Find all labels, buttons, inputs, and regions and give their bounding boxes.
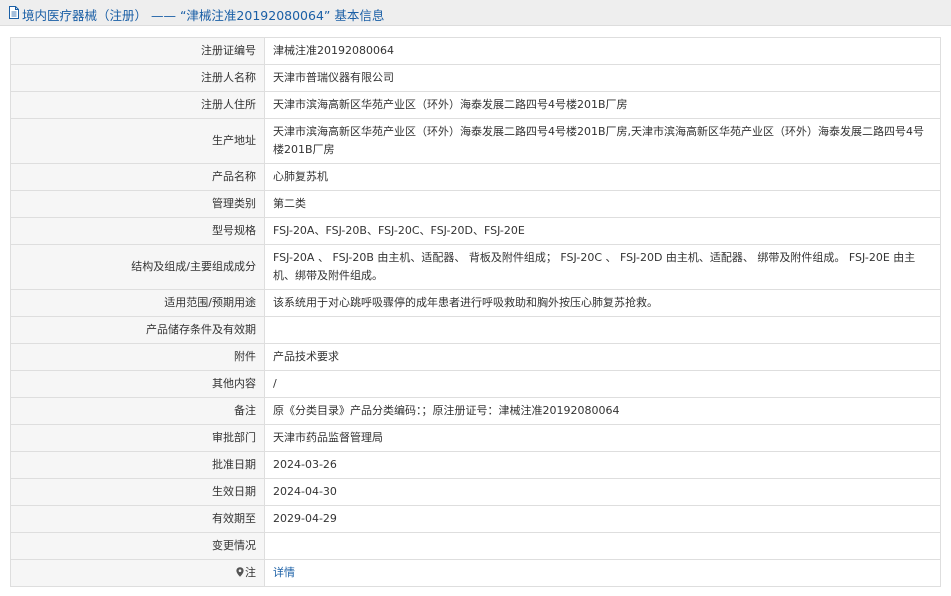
- table-row: 生效日期 2024-04-30: [10, 478, 941, 506]
- row-label: 生产地址: [10, 118, 265, 164]
- row-label: 管理类别: [10, 190, 265, 218]
- table-row-note: 注 详情: [10, 559, 941, 587]
- row-value: 2029-04-29: [264, 505, 941, 533]
- note-label: 注: [245, 566, 256, 579]
- table-row: 型号规格 FSJ-20A、FSJ-20B、FSJ-20C、FSJ-20D、FSJ…: [10, 217, 941, 245]
- row-value: 心肺复苏机: [264, 163, 941, 191]
- table-row: 其他内容 /: [10, 370, 941, 398]
- row-label: 型号规格: [10, 217, 265, 245]
- table-row: 生产地址 天津市滨海高新区华苑产业区（环外）海泰发展二路四号4号楼201B厂房,…: [10, 118, 941, 164]
- row-value: 2024-03-26: [264, 451, 941, 479]
- row-value: 天津市滨海高新区华苑产业区（环外）海泰发展二路四号4号楼201B厂房: [264, 91, 941, 119]
- row-label: 其他内容: [10, 370, 265, 398]
- row-value: /: [264, 370, 941, 398]
- table-row: 管理类别 第二类: [10, 190, 941, 218]
- row-value: 天津市滨海高新区华苑产业区（环外）海泰发展二路四号4号楼201B厂房,天津市滨海…: [264, 118, 941, 164]
- row-label: 变更情况: [10, 532, 265, 560]
- row-label: 审批部门: [10, 424, 265, 452]
- row-label: 适用范围/预期用途: [10, 289, 265, 317]
- row-value: [264, 532, 941, 560]
- row-value: 天津市药品监督管理局: [264, 424, 941, 452]
- note-value-cell: 详情: [264, 559, 941, 587]
- map-pin-icon: [236, 567, 244, 577]
- row-label: 批准日期: [10, 451, 265, 479]
- table-row: 结构及组成/主要组成成分 FSJ-20A 、 FSJ-20B 由主机、适配器、 …: [10, 244, 941, 290]
- row-label: 有效期至: [10, 505, 265, 533]
- row-label: 生效日期: [10, 478, 265, 506]
- row-label: 产品名称: [10, 163, 265, 191]
- row-value: 2024-04-30: [264, 478, 941, 506]
- table-row: 附件 产品技术要求: [10, 343, 941, 371]
- details-link[interactable]: 详情: [273, 566, 295, 579]
- row-label: 附件: [10, 343, 265, 371]
- row-value: FSJ-20A、FSJ-20B、FSJ-20C、FSJ-20D、FSJ-20E: [264, 217, 941, 245]
- row-value: FSJ-20A 、 FSJ-20B 由主机、适配器、 背板及附件组成； FSJ-…: [264, 244, 941, 290]
- table-row: 批准日期 2024-03-26: [10, 451, 941, 479]
- table-row: 有效期至 2029-04-29: [10, 505, 941, 533]
- row-label: 注册人住所: [10, 91, 265, 119]
- row-label: 注册人名称: [10, 64, 265, 92]
- table-row: 产品名称 心肺复苏机: [10, 163, 941, 191]
- table-row: 变更情况: [10, 532, 941, 560]
- info-table: 注册证编号 津械注准20192080064 注册人名称 天津市普瑞仪器有限公司 …: [10, 37, 941, 587]
- note-label-cell: 注: [10, 559, 265, 587]
- row-value: 第二类: [264, 190, 941, 218]
- row-label: 注册证编号: [10, 37, 265, 65]
- table-row: 审批部门 天津市药品监督管理局: [10, 424, 941, 452]
- row-label: 结构及组成/主要组成成分: [10, 244, 265, 290]
- table-row: 备注 原《分类目录》产品分类编码：；原注册证号：津械注准20192080064: [10, 397, 941, 425]
- table-row: 注册人名称 天津市普瑞仪器有限公司: [10, 64, 941, 92]
- table-row: 注册人住所 天津市滨海高新区华苑产业区（环外）海泰发展二路四号4号楼201B厂房: [10, 91, 941, 119]
- row-value: 产品技术要求: [264, 343, 941, 371]
- row-value: [264, 316, 941, 344]
- row-value: 该系统用于对心跳呼吸骤停的成年患者进行呼吸救助和胸外按压心肺复苏抢救。: [264, 289, 941, 317]
- document-icon: [9, 6, 19, 19]
- table-row: 产品储存条件及有效期: [10, 316, 941, 344]
- row-value: 原《分类目录》产品分类编码：；原注册证号：津械注准20192080064: [264, 397, 941, 425]
- row-value: 天津市普瑞仪器有限公司: [264, 64, 941, 92]
- row-label: 产品储存条件及有效期: [10, 316, 265, 344]
- row-value: 津械注准20192080064: [264, 37, 941, 65]
- table-row: 注册证编号 津械注准20192080064: [10, 37, 941, 65]
- title-bar: 境内医疗器械（注册） —— “津械注准20192080064” 基本信息: [0, 0, 951, 26]
- row-label: 备注: [10, 397, 265, 425]
- table-row: 适用范围/预期用途 该系统用于对心跳呼吸骤停的成年患者进行呼吸救助和胸外按压心肺…: [10, 289, 941, 317]
- page-title: 境内医疗器械（注册） —— “津械注准20192080064” 基本信息: [22, 8, 385, 23]
